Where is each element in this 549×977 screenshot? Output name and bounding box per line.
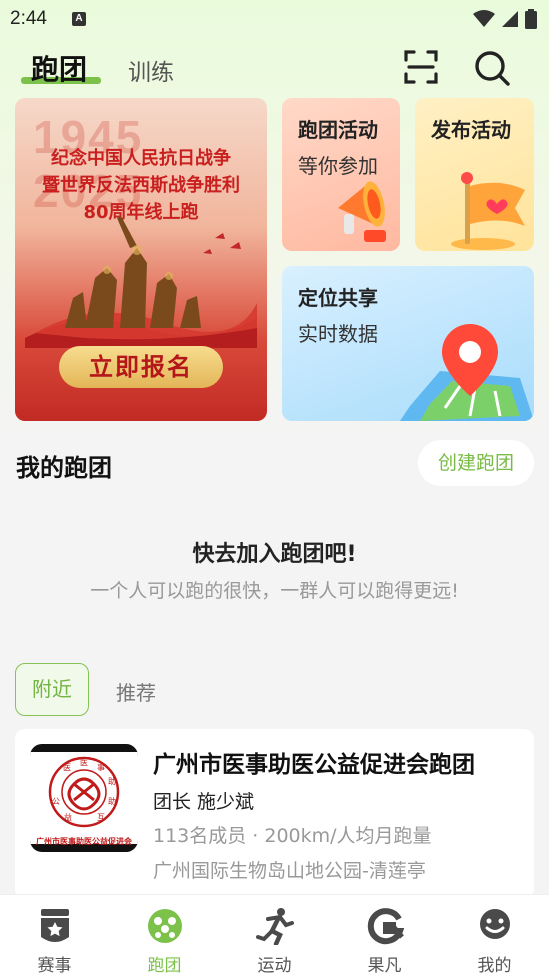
map-pin-icon xyxy=(400,324,534,421)
smiley-icon xyxy=(480,909,510,939)
group-icon xyxy=(148,909,182,943)
status-time: 2:44 xyxy=(10,8,47,29)
nav-label-profile: 我的 xyxy=(477,956,512,976)
nav-item-brand[interactable]: 果凡 xyxy=(330,895,439,977)
location-share-subtitle: 实时数据 xyxy=(298,322,378,346)
banner-line-2: 暨世界反法西斯战争胜利 xyxy=(42,175,240,196)
brand-g-icon xyxy=(367,908,404,945)
banner-line-1: 纪念中国人民抗日战争 xyxy=(51,148,231,169)
promo-banner[interactable]: 1945 2025 纪念中国人民抗日战争 暨世界反法西斯战争胜利 80周年线上跑… xyxy=(15,98,267,421)
publish-activity-title: 发布活动 xyxy=(431,118,511,142)
scan-icon[interactable] xyxy=(404,50,438,84)
tab-recommended[interactable]: 推荐 xyxy=(116,677,156,706)
my-groups-title: 我的跑团 xyxy=(16,454,112,482)
empty-state-subtitle: 一个人可以跑的很快，一群人可以跑得更远! xyxy=(90,580,459,602)
tab-training[interactable]: 训练 xyxy=(128,53,174,87)
group-name: 广州市医事助医公益促进会跑团 xyxy=(153,752,475,778)
tab-nearby[interactable]: 附近 xyxy=(15,663,89,716)
nav-item-events[interactable]: 赛事 xyxy=(0,895,109,977)
soldier-statue-illustration xyxy=(25,216,257,348)
search-icon[interactable] xyxy=(473,49,511,87)
nav-label-brand: 果凡 xyxy=(367,956,402,976)
wifi-icon xyxy=(473,10,495,27)
runner-icon xyxy=(256,908,294,945)
svg-text:事: 事 xyxy=(97,762,105,772)
nav-label-sports: 运动 xyxy=(257,956,292,976)
register-now-button[interactable]: 立即报名 xyxy=(59,346,223,388)
nav-item-sports[interactable]: 运动 xyxy=(220,895,329,977)
create-group-button[interactable]: 创建跑团 xyxy=(418,440,534,486)
empty-state-title: 快去加入跑团吧! xyxy=(192,542,357,567)
nav-item-groups[interactable]: 跑团 xyxy=(110,895,219,977)
status-bar: 2:44 A xyxy=(0,0,549,38)
group-list-item[interactable]: 医 事 助 医 公 益 互 助 广州市医事助医公益促进会 广州市医事助医公益促进… xyxy=(15,729,534,899)
svg-text:医: 医 xyxy=(80,758,88,767)
nav-label-events: 赛事 xyxy=(37,956,72,976)
location-share-card[interactable]: 定位共享 实时数据 xyxy=(282,266,534,421)
signal-icon xyxy=(502,11,518,27)
battery-icon xyxy=(525,9,537,29)
svg-text:助: 助 xyxy=(108,796,116,806)
notification-badge: A xyxy=(72,12,86,26)
nav-label-groups: 跑团 xyxy=(147,956,182,976)
group-leader: 团长 施少斌 xyxy=(153,791,255,813)
group-logo-caption: 广州市医事助医公益促进会 xyxy=(36,837,132,846)
svg-text:互: 互 xyxy=(97,813,105,822)
svg-text:益: 益 xyxy=(64,812,72,822)
group-location: 广州国际生物岛山地公园-清莲亭 xyxy=(153,860,426,882)
group-activity-card[interactable]: 跑团活动 等你参加 xyxy=(282,98,400,251)
group-activity-title: 跑团活动 xyxy=(298,118,378,142)
svg-text:公: 公 xyxy=(52,797,60,806)
status-icons xyxy=(473,9,537,29)
svg-text:助: 助 xyxy=(108,776,116,786)
publish-activity-card[interactable]: 发布活动 xyxy=(415,98,534,251)
tab-groups[interactable]: 跑团 xyxy=(31,48,87,88)
nav-item-profile[interactable]: 我的 xyxy=(440,895,549,977)
svg-text:医: 医 xyxy=(63,763,71,772)
location-share-title: 定位共享 xyxy=(298,286,378,310)
medal-icon xyxy=(41,909,69,942)
group-emblem-icon: 医 事 助 医 公 益 互 助 xyxy=(48,756,120,828)
flag-icon xyxy=(451,172,525,250)
group-logo: 医 事 助 医 公 益 互 助 广州市医事助医公益促进会 xyxy=(30,744,138,852)
bottom-navigation: 赛事 跑团 运动 果凡 我的 xyxy=(0,894,549,977)
group-stats: 113名成员 · 200km/人均月跑量 xyxy=(153,825,432,847)
megaphone-icon xyxy=(338,181,386,242)
